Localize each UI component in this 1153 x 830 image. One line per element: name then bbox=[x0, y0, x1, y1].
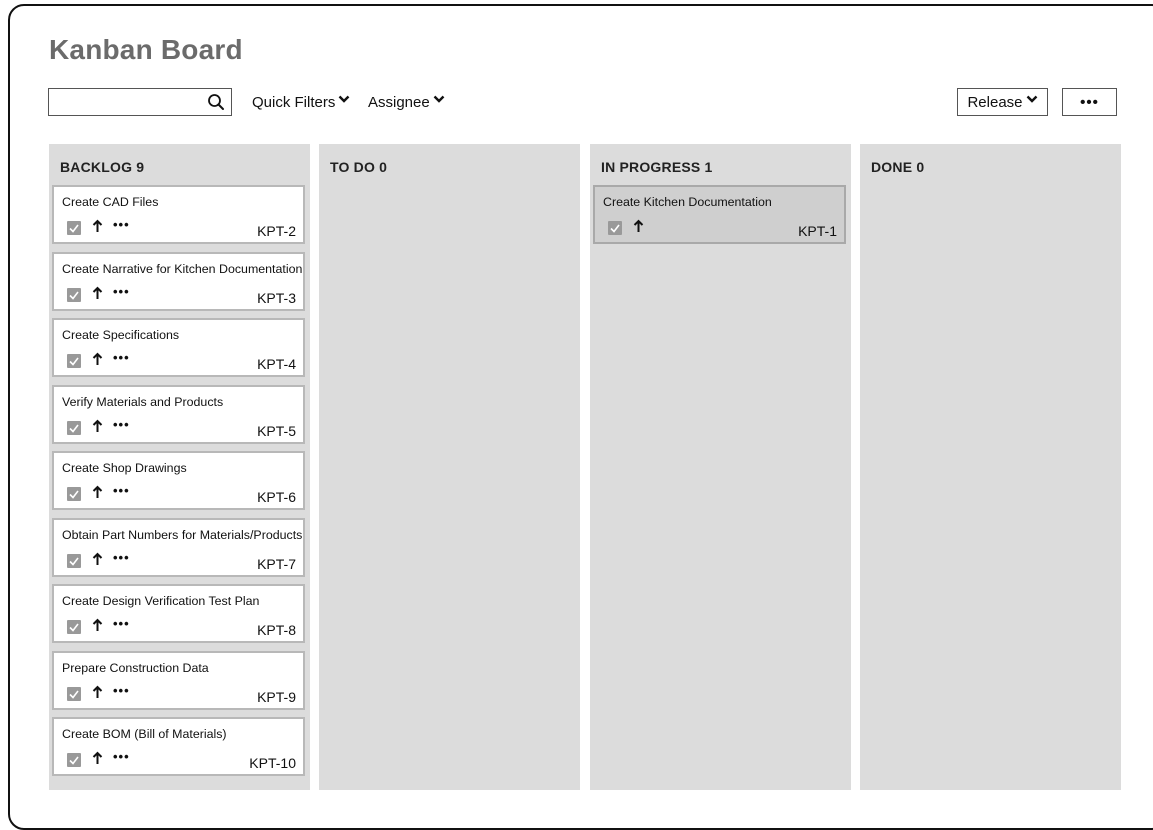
column-header: DONE 0 bbox=[871, 159, 925, 175]
issue-card[interactable]: Create Kitchen Documentation KPT-1 bbox=[593, 185, 846, 244]
task-type-checkbox-icon bbox=[67, 753, 81, 767]
column-in-progress: IN PROGRESS 1 Create Kitchen Documentatio… bbox=[590, 144, 851, 790]
card-title: Prepare Construction Data bbox=[62, 660, 209, 675]
issue-card[interactable]: Create Narrative for Kitchen Documentati… bbox=[52, 251, 305, 311]
task-type-checkbox-icon bbox=[67, 686, 81, 701]
issue-key: KPT-1 bbox=[798, 223, 837, 239]
priority-up-arrow-icon bbox=[92, 352, 103, 366]
column-todo: TO DO 0 bbox=[319, 144, 580, 790]
task-type-checkbox-icon bbox=[67, 620, 81, 634]
priority-up-arrow-icon bbox=[92, 552, 103, 566]
issue-key: KPT-3 bbox=[257, 289, 296, 306]
card-more-icon[interactable]: ••• bbox=[113, 484, 130, 498]
card-title: Create Shop Drawings bbox=[62, 461, 187, 475]
card-more-icon[interactable]: ••• bbox=[113, 750, 130, 764]
column-header: IN PROGRESS 1 bbox=[601, 159, 713, 175]
issue-card[interactable]: Create Specifications ••• KPT-4 bbox=[52, 318, 305, 377]
issue-key: KPT-2 bbox=[257, 223, 296, 239]
more-icon: ••• bbox=[1080, 93, 1099, 111]
priority-up-arrow-icon bbox=[92, 751, 103, 765]
issue-card[interactable]: Create CAD Files ••• KPT-2 bbox=[52, 185, 305, 244]
chevron-down-icon bbox=[433, 95, 445, 103]
priority-up-arrow-icon bbox=[92, 685, 103, 699]
task-type-checkbox-icon bbox=[67, 221, 81, 235]
issue-card[interactable]: Create BOM (Bill of Materials) ••• KPT-10 bbox=[52, 717, 305, 776]
issue-key: KPT-4 bbox=[257, 356, 296, 372]
search-input[interactable] bbox=[49, 89, 199, 115]
card-title: Create Kitchen Documentation bbox=[603, 195, 772, 209]
column-backlog: BACKLOG 9 Create CAD Files ••• KPT-2 Create … bbox=[49, 144, 310, 790]
card-more-icon[interactable]: ••• bbox=[113, 284, 130, 299]
card-more-icon[interactable]: ••• bbox=[113, 351, 130, 365]
issue-card[interactable]: Prepare Construction Data ••• KPT-9 bbox=[52, 650, 305, 710]
task-type-checkbox-icon bbox=[608, 221, 622, 235]
card-title: Create Specifications bbox=[62, 328, 180, 342]
issue-key: KPT-7 bbox=[257, 555, 296, 572]
issue-key: KPT-5 bbox=[257, 422, 296, 439]
task-type-checkbox-icon bbox=[67, 420, 81, 435]
card-title: Obtain Part Numbers for Materials/Produc… bbox=[62, 527, 303, 542]
issue-key: KPT-8 bbox=[257, 622, 296, 638]
task-type-checkbox-icon bbox=[67, 487, 81, 501]
issue-key: KPT-9 bbox=[257, 688, 296, 705]
column-header: BACKLOG 9 bbox=[60, 159, 145, 175]
page-title: Kanban Board bbox=[49, 34, 243, 65]
priority-up-arrow-icon bbox=[633, 219, 644, 233]
card-title: Create Design Verification Test Plan bbox=[62, 594, 260, 608]
release-label: Release bbox=[967, 93, 1023, 111]
card-more-icon[interactable]: ••• bbox=[113, 683, 130, 698]
issue-card[interactable]: Create Shop Drawings ••• KPT-6 bbox=[52, 451, 305, 510]
priority-up-arrow-icon bbox=[92, 485, 103, 499]
task-type-checkbox-icon bbox=[67, 287, 81, 302]
quick-filters-dropdown[interactable]: Quick Filters bbox=[252, 90, 350, 114]
card-more-icon[interactable]: ••• bbox=[113, 218, 130, 232]
card-title: Verify Materials and Products bbox=[62, 394, 224, 409]
card-title: Create Narrative for Kitchen Documentati… bbox=[62, 261, 303, 276]
task-type-checkbox-icon bbox=[67, 553, 81, 568]
card-more-icon[interactable]: ••• bbox=[113, 550, 130, 565]
release-dropdown[interactable]: Release bbox=[957, 88, 1048, 116]
issue-key: KPT-6 bbox=[257, 489, 296, 505]
card-more-icon[interactable]: ••• bbox=[113, 417, 130, 432]
card-title: Create BOM (Bill of Materials) bbox=[62, 727, 227, 741]
issue-card[interactable]: Obtain Part Numbers for Materials/Produc… bbox=[52, 517, 305, 577]
card-more-icon[interactable]: ••• bbox=[113, 617, 130, 631]
assignee-label: Assignee bbox=[368, 93, 430, 111]
priority-up-arrow-icon bbox=[92, 419, 103, 433]
quick-filters-label: Quick Filters bbox=[252, 93, 336, 111]
issue-key: KPT-10 bbox=[249, 755, 296, 771]
column-done: DONE 0 bbox=[860, 144, 1121, 790]
issue-card[interactable]: Verify Materials and Products ••• KPT-5 bbox=[52, 384, 305, 444]
priority-up-arrow-icon bbox=[92, 618, 103, 632]
assignee-dropdown[interactable]: Assignee bbox=[368, 90, 445, 114]
card-title: Create CAD Files bbox=[62, 195, 159, 209]
column-header: TO DO 0 bbox=[330, 159, 388, 175]
board-more-button[interactable]: ••• bbox=[1062, 88, 1117, 116]
issue-card[interactable]: Create Design Verification Test Plan ••• K… bbox=[52, 584, 305, 643]
search-icon[interactable] bbox=[207, 93, 225, 111]
chevron-down-icon bbox=[338, 95, 350, 103]
chevron-down-icon bbox=[1026, 95, 1037, 103]
search-box[interactable] bbox=[48, 88, 232, 116]
task-type-checkbox-icon bbox=[67, 354, 81, 368]
priority-up-arrow-icon bbox=[92, 286, 103, 300]
priority-up-arrow-icon bbox=[92, 219, 103, 233]
